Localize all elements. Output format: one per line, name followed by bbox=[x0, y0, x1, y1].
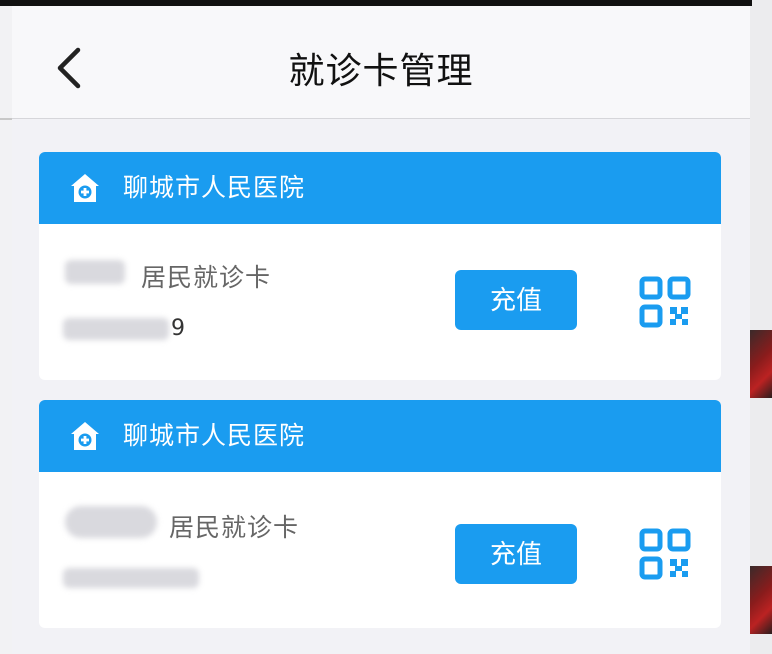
redacted-name bbox=[65, 506, 157, 538]
hospital-name: 聊城市人民医院 bbox=[123, 421, 306, 450]
qr-code-icon[interactable] bbox=[639, 528, 691, 580]
recharge-button[interactable]: 充值 bbox=[455, 524, 577, 584]
background-app-right-edge bbox=[750, 0, 772, 654]
page-title: 就诊卡管理 bbox=[288, 51, 474, 92]
card-type-label: 居民就诊卡 bbox=[141, 263, 272, 292]
qr-code-icon[interactable] bbox=[639, 276, 691, 328]
recharge-button[interactable]: 充值 bbox=[455, 270, 577, 330]
background-app-left-edge bbox=[0, 0, 12, 654]
background-divider bbox=[0, 118, 12, 120]
card-number-suffix: 9 bbox=[171, 316, 185, 341]
redacted-name bbox=[65, 260, 125, 284]
redacted-card-number bbox=[63, 568, 199, 588]
background-thumbnail bbox=[750, 330, 772, 398]
hospital-icon bbox=[71, 174, 99, 202]
hospital-name: 聊城市人民医院 bbox=[123, 173, 306, 202]
card-type-label: 居民就诊卡 bbox=[169, 513, 300, 542]
card-header: 聊城市人民医院 bbox=[39, 400, 721, 472]
card-header: 聊城市人民医院 bbox=[39, 152, 721, 224]
medical-card: 聊城市人民医院 居民就诊卡 充值 bbox=[39, 400, 721, 628]
navigation-bar: 就诊卡管理 bbox=[12, 6, 750, 119]
card-management-screen: 就诊卡管理 聊城市人民医院 居民就诊卡 9 充值 聊城市人民医院 居民就诊卡 充… bbox=[12, 6, 750, 654]
background-thumbnail bbox=[750, 566, 772, 634]
redacted-card-number bbox=[63, 318, 169, 340]
medical-card: 聊城市人民医院 居民就诊卡 9 充值 bbox=[39, 152, 721, 380]
hospital-icon bbox=[71, 422, 99, 450]
